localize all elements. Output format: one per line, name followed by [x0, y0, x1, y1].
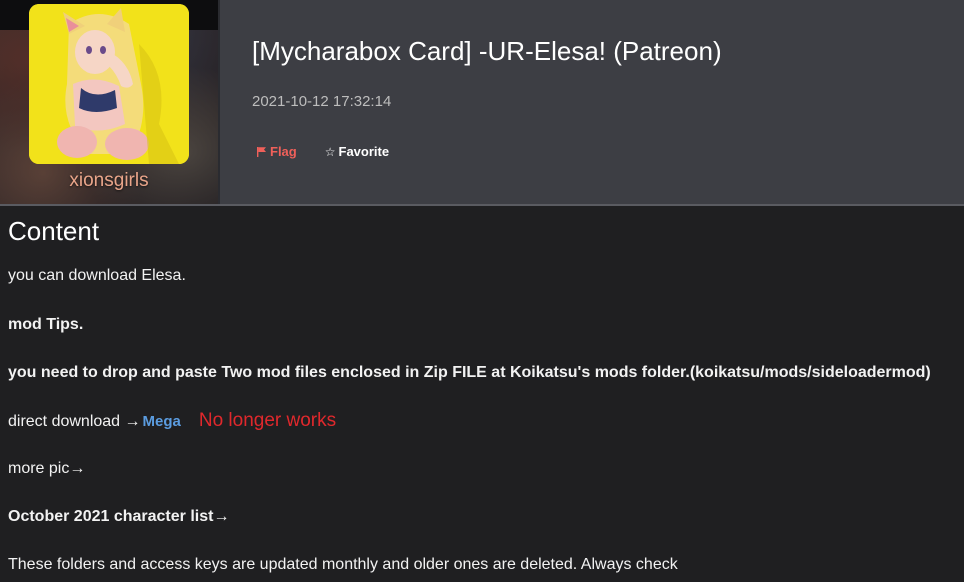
favorite-label: Favorite	[338, 144, 390, 159]
download-line: you can download Elesa.	[8, 267, 186, 284]
content-heading: Content	[8, 216, 100, 246]
post-actions: Flag ☆ Favorite	[256, 144, 389, 159]
no-longer-works-note: No longer works	[198, 410, 337, 431]
character-list-line[interactable]: October 2021 character list→	[8, 508, 229, 526]
mod-tips-line: mod Tips.	[8, 316, 84, 333]
star-icon: ☆	[324, 144, 336, 159]
mega-link[interactable]: Mega	[143, 413, 181, 430]
post-title: [Mycharabox Card] -UR-Elesa! (Patreon)	[252, 36, 722, 66]
username[interactable]: xionsgirls	[0, 170, 218, 192]
banner-divider	[218, 0, 220, 204]
header-divider	[0, 204, 964, 206]
flag-icon	[257, 147, 266, 157]
folders-note-line: These folders and access keys are update…	[8, 556, 678, 573]
favorite-button[interactable]: ☆ Favorite	[325, 144, 389, 159]
avatar-illustration	[29, 4, 189, 164]
direct-download-line: direct download → Mega No longer works	[8, 410, 336, 432]
post-date: 2021-10-12 17:32:14	[252, 93, 392, 110]
flag-label: Flag	[270, 144, 297, 159]
avatar[interactable]	[29, 4, 189, 164]
flag-button[interactable]: Flag	[256, 144, 297, 159]
instructions-line: you need to drop and paste Two mod files…	[8, 364, 931, 381]
more-pic-line[interactable]: more pic→	[8, 460, 85, 478]
direct-download-prefix: direct download →	[8, 413, 141, 430]
